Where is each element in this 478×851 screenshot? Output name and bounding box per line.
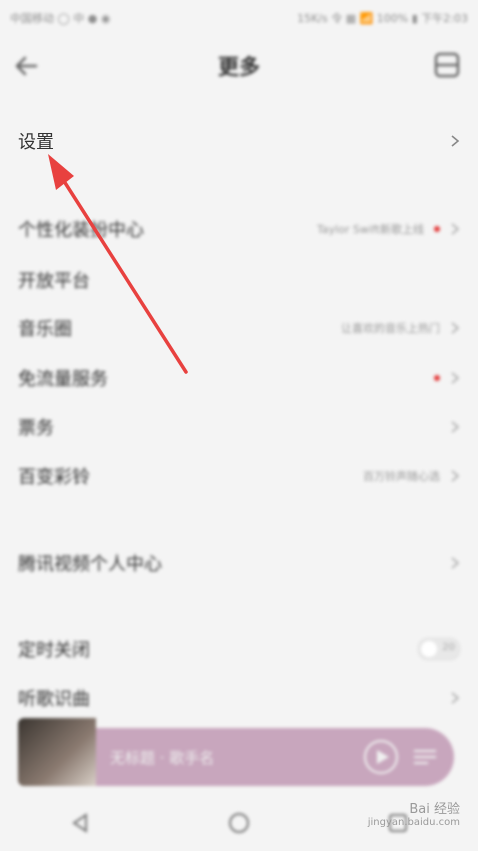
- status-right: 15K/s 令 ▦ 📶 100% ▮ 下午2:03: [297, 12, 468, 25]
- baidu-watermark: Bai 经验 jingyan.baidu.com: [368, 798, 460, 828]
- row-hint: 让喜欢的音乐上热门: [341, 322, 440, 335]
- row-label: 音乐圈: [18, 319, 72, 340]
- row-label: 腾讯视频个人中心: [18, 554, 162, 575]
- page-title: 更多: [218, 55, 260, 79]
- row-hint: Taylor Swift新歌上线: [317, 223, 424, 236]
- top-bar: 更多: [0, 36, 478, 96]
- chevron-right-icon: [451, 470, 460, 482]
- album-cover[interactable]: [18, 718, 96, 786]
- row-hint: 百万铃声随心选: [363, 470, 440, 483]
- row-label: 定时关闭: [18, 640, 90, 661]
- nav-back-icon[interactable]: [68, 811, 92, 835]
- row-song-recognition[interactable]: 听歌识曲: [0, 676, 478, 720]
- timer-toggle[interactable]: 20: [418, 638, 460, 660]
- status-bar: 中国移动 ◯ 中 ● ◉ 15K/s 令 ▦ 📶 100% ▮ 下午2:03: [0, 0, 478, 36]
- panel-icon[interactable]: [434, 52, 460, 78]
- row-tencent-video[interactable]: 腾讯视频个人中心: [0, 541, 478, 585]
- playlist-icon[interactable]: [410, 742, 440, 772]
- chevron-right-icon: [451, 421, 460, 433]
- red-dot-badge: [434, 226, 440, 232]
- song-title: 无标题 · 歌手名: [110, 748, 215, 767]
- chevron-right-icon: [451, 223, 460, 235]
- row-tickets[interactable]: 票务: [0, 405, 478, 449]
- row-ringtones[interactable]: 百变彩铃 百万铃声随心选: [0, 454, 478, 498]
- chevron-right-icon: [451, 692, 460, 704]
- row-settings[interactable]: 设置: [0, 119, 478, 163]
- row-label: 百变彩铃: [18, 467, 90, 488]
- back-arrow-icon[interactable]: [12, 52, 40, 80]
- nav-home-icon[interactable]: [227, 811, 251, 835]
- watermark-line2: jingyan.baidu.com: [367, 817, 460, 828]
- row-label: 个性化装扮中心: [18, 220, 144, 241]
- row-music-circle[interactable]: 音乐圈 让喜欢的音乐上热门: [0, 306, 478, 350]
- status-left: 中国移动 ◯ 中 ● ◉: [10, 12, 111, 25]
- row-label: 免流量服务: [18, 369, 108, 390]
- row-label: 票务: [18, 418, 54, 439]
- row-label: 听歌识曲: [18, 689, 90, 710]
- mini-player[interactable]: 无标题 · 歌手名: [18, 718, 454, 786]
- row-open-platform[interactable]: 开放平台: [0, 258, 478, 302]
- chevron-right-icon: [451, 135, 460, 147]
- chevron-right-icon: [451, 372, 460, 384]
- row-personalization[interactable]: 个性化装扮中心 Taylor Swift新歌上线: [0, 207, 478, 251]
- play-icon[interactable]: [362, 738, 400, 776]
- toggle-text: 20: [442, 642, 455, 653]
- chevron-right-icon: [451, 557, 460, 569]
- row-label: 开放平台: [18, 271, 90, 292]
- red-dot-badge: [434, 375, 440, 381]
- settings-label: 设置: [18, 132, 54, 153]
- row-sleep-timer: 定时关闭 20: [0, 627, 478, 671]
- chevron-right-icon: [451, 322, 460, 334]
- row-free-data[interactable]: 免流量服务: [0, 356, 478, 400]
- watermark-line1: Bai 经验: [409, 802, 460, 817]
